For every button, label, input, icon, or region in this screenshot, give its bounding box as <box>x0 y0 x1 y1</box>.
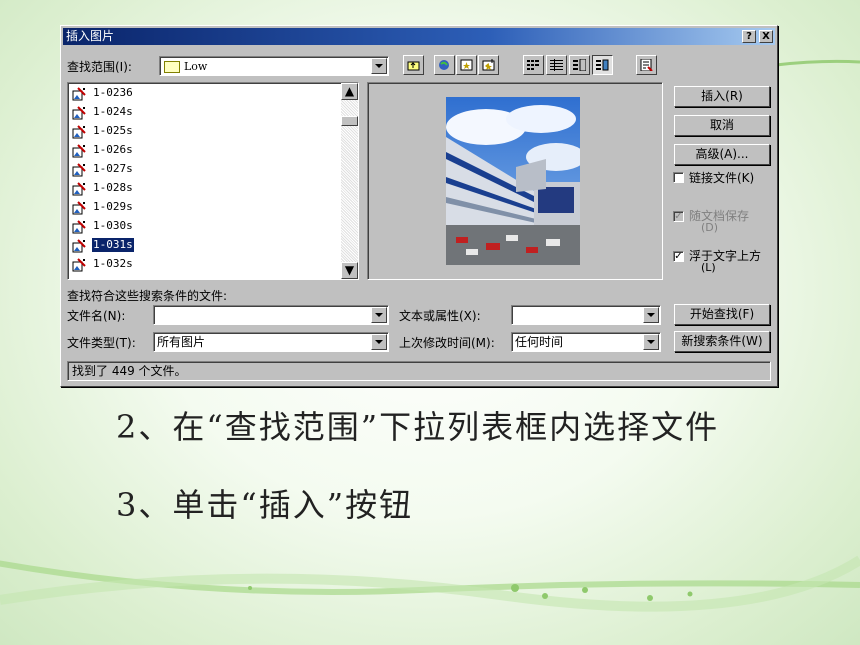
text-property-input[interactable] <box>511 305 661 325</box>
commands-button[interactable] <box>636 55 657 75</box>
file-name: 1-030s <box>93 219 133 232</box>
scroll-up-arrow-icon[interactable]: ▲ <box>341 83 358 100</box>
insert-picture-dialog: 插入图片 ? X 查找范围(I): Low 1-0236 1-024s 1-025s… <box>60 25 778 387</box>
float-over-text-checkbox[interactable]: ✓ <box>673 251 684 262</box>
properties-view-button[interactable] <box>569 55 590 75</box>
filetype-label: 文件类型(T): <box>67 336 136 350</box>
file-list-item[interactable]: 1-026s <box>70 142 330 160</box>
look-in-value: Low <box>184 60 208 73</box>
help-button[interactable]: ? <box>742 30 756 43</box>
file-name: 1-029s <box>93 200 133 213</box>
details-view-button[interactable] <box>546 55 567 75</box>
insert-button[interactable]: 插入(R) <box>674 86 770 107</box>
link-file-checkbox[interactable] <box>673 172 684 183</box>
file-list-item[interactable]: 1-031s <box>70 237 330 255</box>
chevron-down-icon[interactable] <box>371 307 387 323</box>
file-list-item[interactable]: 1-027s <box>70 161 330 179</box>
close-button[interactable]: X <box>759 30 773 43</box>
image-file-icon <box>72 125 86 139</box>
up-folder-button[interactable] <box>403 55 424 75</box>
chevron-down-icon[interactable] <box>643 334 659 350</box>
caption-step-2: 2、在“查找范围”下拉列表框内选择文件 <box>116 408 720 446</box>
new-search-button[interactable]: 新搜索条件(W) <box>674 331 770 352</box>
search-criteria-hint: 查找符合这些搜索条件的文件: <box>67 289 228 303</box>
image-file-icon <box>72 182 86 196</box>
file-list-item[interactable]: 1-030s <box>70 218 330 236</box>
image-file-icon <box>72 239 86 253</box>
image-file-icon <box>72 106 86 120</box>
caption-step-3: 3、单击“插入”按钮 <box>116 486 414 524</box>
text-property-label: 文本或属性(X): <box>399 309 481 323</box>
filetype-dropdown[interactable]: 所有图片 <box>153 332 389 352</box>
file-name: 1-025s <box>93 124 133 137</box>
cancel-button[interactable]: 取消 <box>674 115 770 136</box>
save-with-document-hotkey: (D) <box>701 221 719 234</box>
status-bar: 找到了 449 个文件。 <box>67 361 771 381</box>
file-name: 1-026s <box>93 143 133 156</box>
file-list-item[interactable]: 1-029s <box>70 199 330 217</box>
start-search-button[interactable]: 开始查找(F) <box>674 304 770 325</box>
chevron-down-icon[interactable] <box>643 307 659 323</box>
file-name: 1-032s <box>93 257 133 270</box>
file-list-item[interactable]: 1-032s <box>70 256 330 274</box>
image-file-icon <box>72 258 86 272</box>
look-in-dropdown[interactable]: Low <box>159 56 389 76</box>
file-list-scrollbar[interactable]: ▲ ▼ <box>341 83 358 279</box>
float-over-text-hotkey: (L) <box>701 261 716 274</box>
preview-pane <box>367 82 663 280</box>
file-name: 1-027s <box>93 162 133 175</box>
preview-image <box>446 97 580 265</box>
favorites-button[interactable] <box>456 55 477 75</box>
dialog-title: 插入图片 <box>66 29 115 43</box>
save-with-document-checkbox: ✓ <box>673 211 684 222</box>
image-file-icon <box>72 144 86 158</box>
advanced-button[interactable]: 高级(A)... <box>674 144 770 165</box>
scroll-down-arrow-icon[interactable]: ▼ <box>341 262 358 279</box>
file-list-item[interactable]: 1-0236 <box>70 85 330 103</box>
image-file-icon <box>72 220 86 234</box>
scroll-thumb[interactable] <box>341 116 358 126</box>
file-name: 1-0236 <box>93 86 133 99</box>
file-list-item[interactable]: 1-025s <box>70 123 330 141</box>
chevron-down-icon[interactable] <box>371 334 387 350</box>
last-modified-label: 上次修改时间(M): <box>399 336 495 350</box>
file-list-item[interactable]: 1-028s <box>70 180 330 198</box>
image-file-icon <box>72 163 86 177</box>
image-file-icon <box>72 87 86 101</box>
image-file-icon <box>72 201 86 215</box>
filename-label: 文件名(N): <box>67 309 126 323</box>
last-modified-dropdown[interactable]: 任何时间 <box>511 332 661 352</box>
file-name: 1-028s <box>93 181 133 194</box>
add-favorites-button[interactable] <box>478 55 499 75</box>
dialog-titlebar: 插入图片 ? X <box>63 28 775 45</box>
file-name: 1-024s <box>93 105 133 118</box>
link-file-label: 链接文件(K) <box>689 171 755 185</box>
filename-input[interactable] <box>153 305 389 325</box>
file-name: 1-031s <box>91 237 135 253</box>
folder-icon <box>164 61 180 73</box>
save-with-document-label: 随文档保存 <box>689 209 750 223</box>
file-list[interactable]: 1-0236 1-024s 1-025s 1-026s 1-027s 1-028s 1-02… <box>67 82 359 280</box>
look-in-label: 查找范围(I): <box>67 60 132 74</box>
preview-view-button[interactable] <box>592 55 613 75</box>
status-text: 找到了 449 个文件。 <box>72 364 187 378</box>
filetype-value: 所有图片 <box>157 335 206 349</box>
float-over-text-label: 浮于文字上方 <box>689 249 762 263</box>
last-modified-value: 任何时间 <box>515 335 564 349</box>
search-web-button[interactable] <box>434 55 455 75</box>
list-view-button[interactable] <box>523 55 544 75</box>
chevron-down-icon[interactable] <box>371 58 387 74</box>
file-list-item[interactable]: 1-024s <box>70 104 330 122</box>
